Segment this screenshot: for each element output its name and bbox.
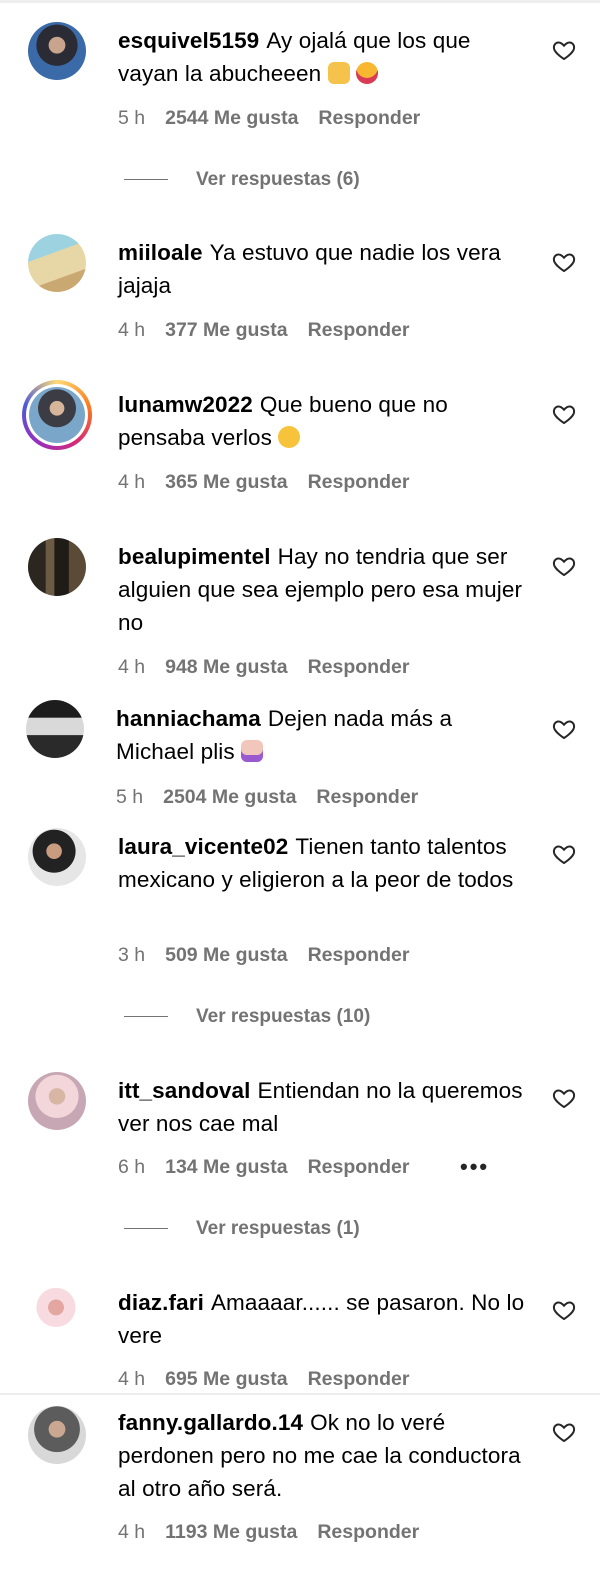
comment-body: diaz.fari Amaaaar...... se pasaron. No lo… [118, 1286, 528, 1352]
comment-meta: 5 h 2504 Me gusta Responder [116, 785, 438, 809]
comment-body: laura_vicente02 Tienen tanto talentos mex… [118, 830, 528, 896]
comment-meta: 4 h 365 Me gusta Responder [118, 470, 429, 494]
like-count[interactable]: 2544 Me gusta [165, 107, 298, 129]
avatar[interactable] [28, 22, 86, 80]
heart-outline-icon[interactable] [552, 717, 576, 741]
comment-username[interactable]: itt_sandoval [118, 1078, 251, 1103]
comment-body: itt_sandoval Entiendan no la queremos ver… [118, 1074, 528, 1140]
comment-username[interactable]: bealupimentel [118, 544, 271, 569]
reply-button[interactable]: Responder [308, 1156, 410, 1178]
reply-button[interactable]: Responder [308, 656, 410, 678]
view-replies-button[interactable]: Ver respuestas (6) [124, 168, 360, 192]
comment-username[interactable]: hanniachama [116, 706, 261, 731]
comment-time: 3 h [118, 944, 146, 966]
comment-time: 4 h [118, 319, 146, 341]
heart-outline-icon[interactable] [552, 554, 576, 578]
like-count[interactable]: 134 Me gusta [165, 1156, 287, 1178]
replies-line [124, 1228, 168, 1230]
comment-time: 4 h [118, 1521, 146, 1543]
avatar[interactable] [26, 700, 84, 758]
divider [0, 1393, 600, 1395]
like-count[interactable]: 948 Me gusta [165, 656, 287, 678]
comment-body: hanniachama Dejen nada más a Michael plis [116, 702, 526, 768]
avatar[interactable] [28, 234, 86, 292]
heart-outline-icon[interactable] [552, 842, 576, 866]
heart-outline-icon[interactable] [552, 1420, 576, 1444]
comment-time: 5 h [116, 786, 144, 808]
comment-time: 4 h [118, 1368, 146, 1390]
top-divider [0, 0, 600, 3]
view-replies-button[interactable]: Ver respuestas (10) [124, 1005, 370, 1029]
comment-meta: 4 h 948 Me gusta Responder [118, 655, 429, 679]
comment-time: 4 h [118, 471, 146, 493]
comment-time: 4 h [118, 656, 146, 678]
heart-outline-icon[interactable] [552, 402, 576, 426]
like-count[interactable]: 377 Me gusta [165, 319, 287, 341]
view-replies-label: Ver respuestas (6) [196, 169, 360, 190]
view-replies-label: Ver respuestas (10) [196, 1006, 371, 1027]
replies-line [124, 1016, 168, 1018]
heart-outline-icon[interactable] [552, 1298, 576, 1322]
avatar[interactable] [28, 538, 86, 596]
comment-meta: 6 h 134 Me gusta Responder [118, 1155, 429, 1179]
comment-meta: 4 h 377 Me gusta Responder [118, 318, 429, 342]
comment-meta: 4 h 695 Me gusta Responder [118, 1367, 429, 1391]
comment-time: 6 h [118, 1156, 146, 1178]
like-count[interactable]: 509 Me gusta [165, 944, 287, 966]
relieved-face-emoji-icon [278, 426, 301, 448]
avatar[interactable] [30, 1284, 82, 1336]
praying-hands-emoji-icon [241, 740, 264, 762]
like-count[interactable]: 1193 Me gusta [165, 1521, 297, 1543]
comment-time: 5 h [118, 107, 146, 129]
comment-body: bealupimentel Hay no tendria que ser algu… [118, 540, 528, 639]
avatar-ring-inner [26, 384, 88, 446]
heart-outline-icon[interactable] [552, 1086, 576, 1110]
like-count[interactable]: 695 Me gusta [165, 1368, 287, 1390]
comment-username[interactable]: esquivel5159 [118, 28, 259, 53]
comment-username[interactable]: diaz.fari [118, 1290, 204, 1315]
heart-outline-icon[interactable] [552, 250, 576, 274]
comment-username[interactable]: miiloale [118, 240, 203, 265]
comment-meta: 3 h 509 Me gusta Responder [118, 943, 429, 967]
comment-meta: 4 h 1193 Me gusta Responder [118, 1520, 439, 1544]
tired-face-emoji-icon [355, 62, 378, 84]
like-count[interactable]: 2504 Me gusta [163, 786, 296, 808]
heart-outline-icon[interactable] [552, 38, 576, 62]
comment-body: lunamw2022 Que bueno que no pensaba verlo… [118, 388, 528, 454]
avatar[interactable] [28, 828, 86, 886]
comment-body: esquivel5159 Ay ojalá que los que vayan l… [118, 24, 528, 90]
avatar-story-ring[interactable] [22, 380, 92, 450]
reply-button[interactable]: Responder [316, 786, 418, 808]
reply-button[interactable]: Responder [308, 1368, 410, 1390]
comment-body: miiloale Ya estuvo que nadie los vera jaj… [118, 236, 528, 302]
reply-button[interactable]: Responder [308, 471, 410, 493]
avatar[interactable] [28, 1406, 86, 1464]
view-replies-button[interactable]: Ver respuestas (1) [124, 1217, 360, 1241]
replies-line [124, 179, 168, 181]
comment-username[interactable]: laura_vicente02 [118, 834, 288, 859]
comment-meta: 5 h 2544 Me gusta Responder [118, 106, 440, 130]
reply-button[interactable]: Responder [308, 944, 410, 966]
comment-body: fanny.gallardo.14 Ok no lo veré perdonen … [118, 1406, 528, 1505]
reply-button[interactable]: Responder [317, 1521, 419, 1543]
avatar [29, 387, 85, 443]
view-replies-label: Ver respuestas (1) [196, 1218, 360, 1239]
reply-button[interactable]: Responder [318, 107, 420, 129]
reply-button[interactable]: Responder [308, 319, 410, 341]
comment-username[interactable]: fanny.gallardo.14 [118, 1410, 303, 1435]
more-options-icon[interactable]: ••• [460, 1154, 489, 1180]
avatar[interactable] [28, 1072, 86, 1130]
like-count[interactable]: 365 Me gusta [165, 471, 287, 493]
comment-username[interactable]: lunamw2022 [118, 392, 253, 417]
praying-hands-emoji-icon [327, 62, 350, 84]
